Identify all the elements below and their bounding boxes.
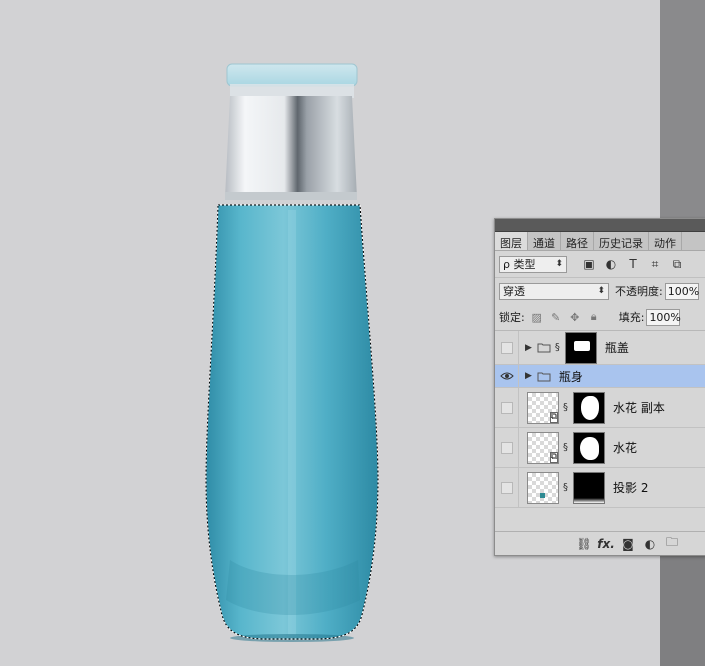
shape-filter-icon[interactable]: ⌗ bbox=[647, 256, 663, 272]
new-group-icon[interactable]: 🗀︎ bbox=[661, 533, 683, 554]
visibility-off-box bbox=[500, 401, 513, 414]
smart-object-filter-icon[interactable]: ⧉ bbox=[669, 256, 685, 272]
blend-mode-dropdown[interactable]: 穿透 ⬍ bbox=[499, 282, 609, 300]
eye-icon bbox=[499, 372, 514, 380]
adjustment-filter-icon[interactable]: ◐ bbox=[603, 256, 619, 272]
expand-triangle-icon[interactable]: ▶ bbox=[525, 343, 532, 353]
layer-row-selected[interactable]: ▶ 瓶身 bbox=[495, 365, 705, 388]
dropdown-arrow-icon: ⬍ bbox=[597, 286, 605, 296]
fx-icon[interactable]: fx. bbox=[595, 537, 617, 551]
visibility-off-box bbox=[500, 441, 513, 454]
expand-triangle-icon[interactable]: ▶ bbox=[525, 371, 532, 381]
layer-row[interactable]: ⧉ § 水花 bbox=[495, 428, 705, 468]
layer-mask-thumbnail[interactable] bbox=[573, 431, 605, 464]
tab-channels[interactable]: 通道 bbox=[528, 232, 561, 250]
lock-position-icon[interactable]: ✥ bbox=[568, 310, 582, 324]
link-layers-icon[interactable]: ⛓ bbox=[573, 537, 595, 551]
opacity-field[interactable]: 100% bbox=[664, 282, 699, 300]
folder-icon bbox=[537, 343, 551, 353]
smart-object-badge-icon: ⧉ bbox=[549, 451, 558, 463]
workspace-background-top bbox=[660, 0, 705, 220]
layer-row[interactable]: § 投影 2 bbox=[495, 468, 705, 508]
lock-row: 锁定: ▨ ✎ ✥ 🔒︎ 填充: 100% bbox=[495, 304, 705, 331]
lock-label: 锁定: bbox=[499, 311, 525, 324]
link-icon: § bbox=[563, 442, 568, 453]
visibility-toggle[interactable] bbox=[495, 428, 519, 467]
layer-filter-row: ρ 类型 ⬍ ▣ ◐ T ⌗ ⧉ bbox=[495, 251, 705, 278]
type-filter-icon[interactable]: T bbox=[625, 256, 641, 272]
blend-mode-value: 穿透 bbox=[503, 285, 525, 298]
visibility-toggle[interactable] bbox=[495, 388, 519, 427]
fill-field[interactable]: 100% bbox=[646, 308, 681, 326]
lock-transparent-icon[interactable]: ▨ bbox=[530, 310, 544, 324]
lock-image-icon[interactable]: ✎ bbox=[549, 310, 563, 324]
panel-footer: ⛓ fx. ◙ ◐ 🗀︎ bbox=[495, 531, 705, 555]
panel-tabs: 图层 通道 路径 历史记录 动作 bbox=[495, 232, 705, 251]
layer-name: 瓶盖 bbox=[604, 341, 629, 355]
smart-object-badge-icon: ⧉ bbox=[549, 411, 558, 423]
smart-object-thumbnail[interactable]: ⧉ bbox=[527, 431, 559, 464]
visibility-off-box bbox=[500, 481, 513, 494]
layer-name: 水花 bbox=[613, 441, 638, 455]
adjustment-icon[interactable]: ◐ bbox=[639, 537, 661, 551]
lock-all-icon[interactable]: 🔒︎ bbox=[587, 310, 601, 324]
layer-name: 投影 2 bbox=[613, 481, 649, 495]
visibility-off-box bbox=[500, 341, 513, 354]
layer-row[interactable]: ▶ § 瓶盖 bbox=[495, 331, 705, 365]
smart-object-thumbnail[interactable]: ⧉ bbox=[527, 391, 559, 424]
layer-name: 瓶身 bbox=[558, 369, 583, 384]
layer-mask-thumbnail[interactable] bbox=[564, 331, 597, 364]
dropdown-arrow-icon: ⬍ bbox=[555, 259, 563, 269]
tab-paths[interactable]: 路径 bbox=[561, 232, 594, 250]
layer-row[interactable]: ⧉ § 水花 副本 bbox=[495, 388, 705, 428]
link-icon: § bbox=[563, 482, 568, 493]
layer-mask-thumbnail[interactable] bbox=[573, 471, 605, 504]
layer-mask-thumbnail[interactable] bbox=[573, 391, 605, 424]
visibility-toggle[interactable] bbox=[495, 468, 519, 507]
filter-type-dropdown[interactable]: ρ 类型 ⬍ bbox=[499, 255, 567, 273]
add-mask-icon[interactable]: ◙ bbox=[617, 537, 639, 551]
bottle-image bbox=[205, 63, 379, 642]
visibility-toggle[interactable] bbox=[495, 331, 519, 364]
tab-layers[interactable]: 图层 bbox=[495, 232, 528, 250]
layer-thumbnail[interactable] bbox=[527, 471, 559, 504]
blend-row: 穿透 ⬍ 不透明度: 100% bbox=[495, 278, 705, 304]
tab-actions[interactable]: 动作 bbox=[649, 232, 682, 250]
link-icon: § bbox=[554, 342, 560, 353]
filter-type-label: ρ 类型 bbox=[503, 258, 536, 271]
image-filter-icon[interactable]: ▣ bbox=[581, 256, 597, 272]
folder-icon bbox=[537, 372, 551, 381]
layers-panel: 图层 通道 路径 历史记录 动作 ρ 类型 ⬍ ▣ ◐ T ⌗ ⧉ 穿透 ⬍ 不… bbox=[494, 218, 705, 556]
visibility-toggle[interactable] bbox=[495, 365, 519, 387]
panel-title-bar[interactable] bbox=[495, 219, 705, 232]
layer-name: 水花 副本 bbox=[613, 401, 665, 415]
tab-history[interactable]: 历史记录 bbox=[594, 232, 649, 250]
link-icon: § bbox=[563, 402, 568, 413]
fill-label: 填充: bbox=[618, 311, 645, 324]
opacity-label: 不透明度: bbox=[615, 285, 663, 298]
